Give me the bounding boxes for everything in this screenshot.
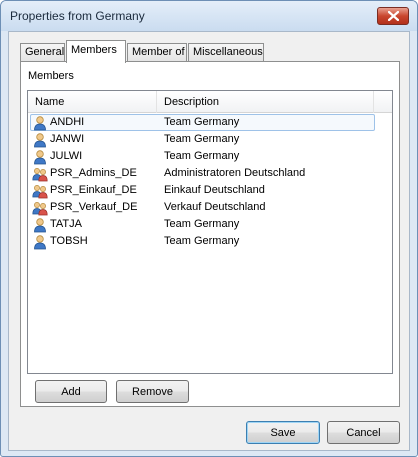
member-name: TATJA xyxy=(50,218,82,230)
list-item[interactable]: PSR_Verkauf_DE Verkauf Deutschland xyxy=(28,199,392,216)
dialog-body: General Members Member of Miscellaneous … xyxy=(8,31,410,451)
add-button[interactable]: Add xyxy=(35,380,107,403)
group-icon xyxy=(32,185,48,199)
members-group-label: Members xyxy=(28,70,74,82)
list-item[interactable]: JANWI Team Germany xyxy=(28,131,392,148)
member-name: JULWI xyxy=(50,150,83,162)
title-bar[interactable]: Properties from Germany xyxy=(1,1,417,31)
member-description: Administratoren Deutschland xyxy=(164,167,306,179)
window-title: Properties from Germany xyxy=(10,9,145,23)
close-icon xyxy=(387,11,399,21)
list-rows: ANDHI Team Germany JANWI Team Germany JU… xyxy=(28,114,392,250)
user-icon xyxy=(34,218,46,233)
user-icon xyxy=(34,133,46,148)
cancel-button[interactable]: Cancel xyxy=(327,421,400,444)
list-item[interactable]: PSR_Admins_DE Administratoren Deutschlan… xyxy=(28,165,392,182)
member-description: Einkauf Deutschland xyxy=(164,184,265,196)
close-button[interactable] xyxy=(377,7,409,25)
tab-miscellaneous[interactable]: Miscellaneous xyxy=(188,43,264,62)
user-icon xyxy=(34,150,46,165)
member-description: Team Germany xyxy=(164,218,240,230)
list-item[interactable]: TATJA Team Germany xyxy=(28,216,392,233)
member-name: JANWI xyxy=(50,133,85,145)
members-list[interactable]: Name Description ANDHI Team Germany JANW… xyxy=(27,90,393,374)
tab-members[interactable]: Members xyxy=(66,40,126,63)
list-item[interactable]: PSR_Einkauf_DE Einkauf Deutschland xyxy=(28,182,392,199)
list-item[interactable]: TOBSH Team Germany xyxy=(28,233,392,250)
members-panel: Members Name Description ANDHI Team Germ… xyxy=(20,61,400,407)
column-divider[interactable] xyxy=(373,91,374,113)
list-item[interactable]: ANDHI Team Germany xyxy=(28,114,392,131)
tab-member-of[interactable]: Member of xyxy=(127,43,187,62)
list-header: Name Description xyxy=(28,91,392,113)
member-name: PSR_Verkauf_DE xyxy=(50,201,138,213)
remove-button[interactable]: Remove xyxy=(116,380,189,403)
user-icon xyxy=(34,235,46,250)
member-name: ANDHI xyxy=(50,116,85,128)
member-description: Verkauf Deutschland xyxy=(164,201,266,213)
user-icon xyxy=(34,116,46,131)
member-description: Team Germany xyxy=(164,133,240,145)
member-name: PSR_Admins_DE xyxy=(50,167,137,179)
column-header-description[interactable]: Description xyxy=(164,96,219,108)
properties-window: Properties from Germany General Members … xyxy=(0,0,418,457)
member-description: Team Germany xyxy=(164,235,240,247)
group-icon xyxy=(32,168,48,182)
tab-general[interactable]: General xyxy=(20,43,65,62)
member-name: PSR_Einkauf_DE xyxy=(50,184,137,196)
member-description: Team Germany xyxy=(164,116,240,128)
member-description: Team Germany xyxy=(164,150,240,162)
member-name: TOBSH xyxy=(50,235,88,247)
tab-strip: General Members Member of Miscellaneous xyxy=(20,40,380,63)
group-icon xyxy=(32,202,48,216)
save-button[interactable]: Save xyxy=(246,421,320,444)
column-divider[interactable] xyxy=(156,91,157,113)
column-header-name[interactable]: Name xyxy=(35,96,64,108)
list-item[interactable]: JULWI Team Germany xyxy=(28,148,392,165)
